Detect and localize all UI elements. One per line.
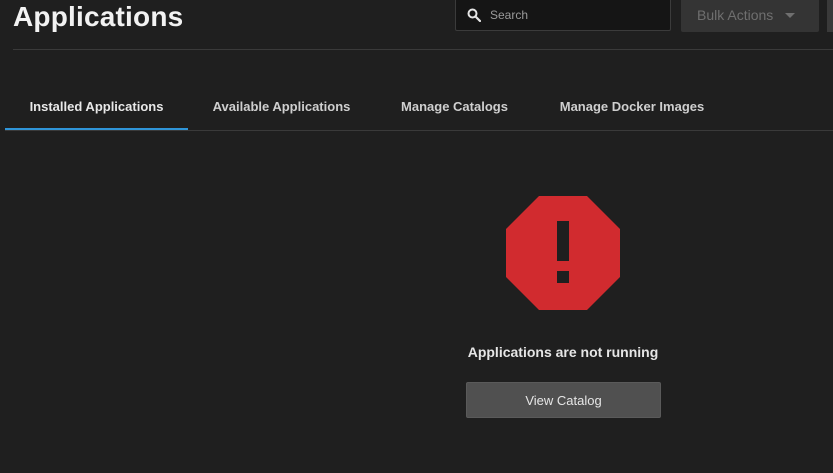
search-input[interactable] <box>490 7 660 22</box>
caret-down-icon <box>785 13 796 18</box>
stop-alert-icon <box>506 196 620 310</box>
header-divider <box>13 49 833 50</box>
empty-state-message: Applications are not running <box>467 344 659 360</box>
search-box[interactable] <box>455 0 671 31</box>
tab-manage-catalogs[interactable]: Manage Catalogs <box>375 84 534 129</box>
bulk-actions-label: Bulk Actions <box>697 7 774 23</box>
tab-manage-docker-images[interactable]: Manage Docker Images <box>534 84 730 129</box>
view-catalog-button[interactable]: View Catalog <box>466 382 661 418</box>
tab-available-applications[interactable]: Available Applications <box>188 84 375 129</box>
page-title: Applications <box>13 1 184 32</box>
tab-installed-applications[interactable]: Installed Applications <box>5 84 188 130</box>
applications-page: Applications Bulk Actions Installed Appl… <box>0 0 833 473</box>
bulk-actions-button[interactable]: Bulk Actions <box>681 0 819 32</box>
overflow-button[interactable] <box>827 0 833 32</box>
search-icon <box>466 7 482 23</box>
tab-bar: Installed Applications Available Applica… <box>5 84 833 131</box>
